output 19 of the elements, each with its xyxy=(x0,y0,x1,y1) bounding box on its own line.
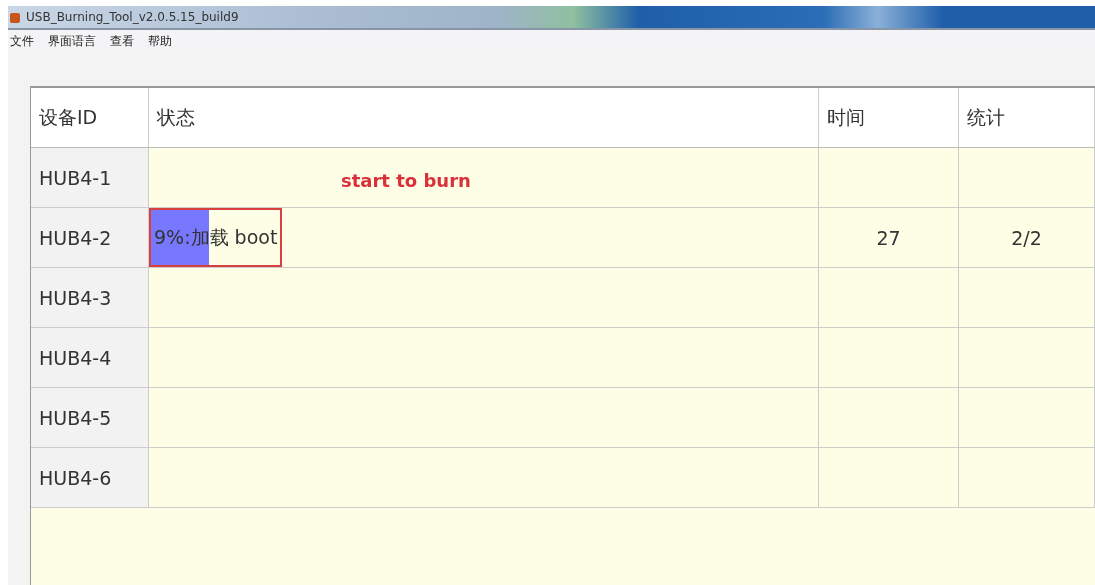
annotation-text: start to burn xyxy=(341,170,471,191)
window-title: USB_Burning_Tool_v2.0.5.15_build9 xyxy=(26,10,239,24)
table-cell: HUB4-5 xyxy=(31,388,149,448)
app-icon xyxy=(10,11,20,23)
table-cell: HUB4-3 xyxy=(31,268,149,328)
menu-item[interactable]: 界面语言 xyxy=(48,32,96,50)
column-header: 状态 xyxy=(149,88,819,148)
column-header: 设备ID xyxy=(31,88,149,148)
table-cell: HUB4-4 xyxy=(31,328,149,388)
table-cell: 2/2 xyxy=(959,208,1095,268)
menu-item[interactable]: 文件 xyxy=(10,32,34,50)
column-header: 时间 xyxy=(819,88,959,148)
menu-item[interactable]: 帮助 xyxy=(148,32,172,50)
table-cell: HUB4-2 xyxy=(31,208,149,268)
table-cell: HUB4-1 xyxy=(31,148,149,208)
table-cell: HUB4-6 xyxy=(31,448,149,508)
column-header: 统计 xyxy=(959,88,1095,148)
table-cell: 27 xyxy=(819,208,959,268)
menu-item[interactable]: 查看 xyxy=(110,32,134,50)
